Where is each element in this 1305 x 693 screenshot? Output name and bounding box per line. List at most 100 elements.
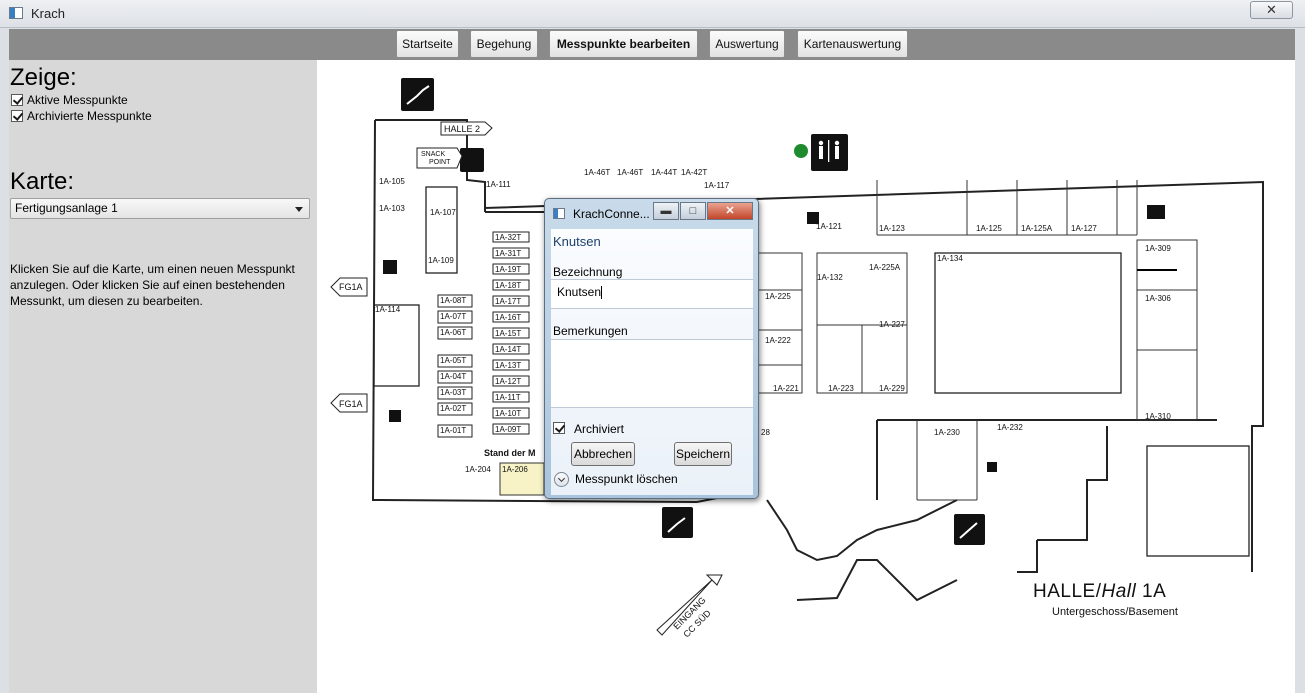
room-label-132: 1A-132	[817, 273, 843, 282]
cancel-button[interactable]: Abbrechen	[571, 442, 635, 466]
stand-label-11t: 1A-11T	[495, 393, 521, 402]
archiviert-checkbox[interactable]	[553, 422, 565, 434]
edit-point-dialog: KrachConne... ▬ □ ✕ Knutsen Bezeichnung …	[544, 198, 759, 499]
stand-label-03t: 1A-03T	[440, 388, 466, 397]
snack-icon	[460, 148, 484, 172]
tab-kartenauswertung[interactable]: Kartenauswertung	[797, 30, 908, 58]
bemerkungen-input[interactable]	[551, 339, 753, 408]
room-label-230: 1A-230	[934, 428, 960, 437]
stand-label-17t: 1A-17T	[495, 297, 521, 306]
nav-bar: Startseite Begehung Messpunkte bearbeite…	[9, 29, 1295, 60]
stand-label-12t: 1A-12T	[495, 377, 521, 386]
point-name-title: Knutsen	[553, 234, 601, 249]
title-bar: Krach ✕	[0, 0, 1305, 28]
room-label-134: 1A-134	[937, 254, 963, 263]
stand-label-14t: 1A-14T	[495, 345, 521, 354]
map-halle2-label: HALLE 2	[444, 124, 480, 134]
archived-points-checkbox-row[interactable]: Archivierte Messpunkte	[11, 110, 152, 124]
stand-label-31t: 1A-31T	[495, 249, 521, 258]
save-button[interactable]: Speichern	[674, 442, 732, 466]
room-label-111: 1A-111	[486, 180, 511, 189]
restroom-icon	[811, 134, 848, 171]
chevron-down-icon[interactable]	[554, 472, 569, 488]
dialog-minimize-button[interactable]: ▬	[653, 202, 679, 220]
bemerkungen-label: Bemerkungen	[553, 324, 628, 338]
room-label-222: 1A-222	[765, 336, 791, 345]
room-label-223: 1A-223	[828, 384, 854, 393]
map-hall-subtitle: Untergeschoss/Basement	[1052, 606, 1178, 618]
stand-label-10t: 1A-10T	[495, 409, 521, 418]
active-points-checkbox-row[interactable]: Aktive Messpunkte	[11, 94, 128, 108]
tab-begehung[interactable]: Begehung	[470, 30, 538, 58]
archiviert-label: Archiviert	[574, 422, 625, 436]
delete-point-expander[interactable]: Messpunkt löschen	[554, 472, 678, 488]
map-select[interactable]: Fertigungsanlage 1	[10, 198, 310, 219]
window-title: Krach	[31, 6, 65, 21]
tab-startseite[interactable]: Startseite	[396, 30, 459, 58]
room-label-123: 1A-123	[879, 224, 905, 233]
dialog-maximize-button[interactable]: □	[680, 202, 706, 220]
room-label-309: 1A-309	[1145, 244, 1171, 253]
map-point-label: POINT	[429, 159, 451, 166]
room-label-125: 1A-125	[976, 224, 1002, 233]
floor-plan-map[interactable]: HALLE 2 SNACK POINT FG1A FG1A Stand der …	[317, 60, 1295, 693]
map-snack-label: SNACK	[421, 151, 445, 158]
dialog-title: KrachConne...	[573, 207, 650, 221]
archiviert-checkbox-row[interactable]: Archiviert	[553, 422, 624, 436]
room-label-28: 28	[761, 428, 770, 437]
dialog-body: Knutsen Bezeichnung Knutsen Bemerkungen …	[551, 229, 753, 495]
window-close-button[interactable]: ✕	[1250, 1, 1293, 19]
dialog-close-button[interactable]: ✕	[707, 202, 753, 220]
stand-label-02t: 1A-02T	[440, 404, 466, 413]
map-hall-title: HALLE/Hall 1A	[1033, 581, 1166, 602]
room-label-127: 1A-127	[1071, 224, 1097, 233]
room-label-105: 1A-105	[379, 177, 405, 186]
bezeichnung-input[interactable]: Knutsen	[551, 279, 753, 309]
map-hall-title-prefix: HALLE/	[1033, 581, 1102, 602]
stand-label-16t: 1A-16T	[495, 313, 521, 322]
measurement-point-marker	[794, 144, 808, 158]
tab-messpunkte-bearbeiten[interactable]: Messpunkte bearbeiten	[549, 30, 698, 58]
active-points-label: Aktive Messpunkte	[27, 93, 128, 107]
delete-point-label: Messpunkt löschen	[575, 472, 678, 486]
room-label-225: 1A-225	[765, 292, 791, 301]
active-points-checkbox[interactable]	[11, 94, 23, 106]
stand-label-01t: 1A-01T	[440, 426, 466, 435]
stand-label-18t: 1A-18T	[495, 281, 521, 290]
stand-label-06t: 1A-06T	[440, 328, 466, 337]
app-icon	[9, 7, 23, 19]
room-label-44t: 1A-44T	[651, 168, 677, 177]
room-label-225a: 1A-225A	[869, 263, 901, 272]
show-heading: Zeige:	[10, 64, 77, 91]
sidebar: Zeige: Aktive Messpunkte Archivierte Mes…	[9, 60, 317, 693]
tab-auswertung[interactable]: Auswertung	[709, 30, 785, 58]
map-stand-label: Stand der M	[484, 448, 536, 458]
room-label-121: 1A-121	[816, 222, 842, 231]
room-label-42t: 1A-42T	[681, 168, 707, 177]
archived-points-checkbox[interactable]	[11, 110, 23, 122]
room-label-46t-a: 1A-46T	[584, 168, 610, 177]
map-fg1a-label-1: FG1A	[339, 282, 363, 292]
map-hall-title-italic: Hall	[1101, 581, 1136, 602]
dialog-app-icon	[553, 208, 565, 219]
help-text: Klicken Sie auf die Karte, um einen neue…	[10, 262, 295, 308]
bezeichnung-label: Bezeichnung	[553, 265, 623, 279]
stand-label-15t: 1A-15T	[495, 329, 521, 338]
room-label-306: 1A-306	[1145, 294, 1171, 303]
room-label-310: 1A-310	[1145, 412, 1171, 421]
room-label-232: 1A-232	[997, 423, 1023, 432]
map-fg1a-label-2: FG1A	[339, 399, 363, 409]
stand-label-08t: 1A-08T	[440, 296, 466, 305]
map-hall-number: 1A	[1136, 581, 1166, 602]
room-label-221: 1A-221	[773, 384, 799, 393]
stand-label-05t: 1A-05T	[440, 356, 466, 365]
room-label-206: 1A-206	[502, 465, 528, 474]
map-heading: Karte:	[10, 168, 75, 195]
room-label-46t-b: 1A-46T	[617, 168, 643, 177]
stand-label-19t: 1A-19T	[495, 265, 521, 274]
stand-label-13t: 1A-13T	[495, 361, 521, 370]
floor-plan-drawing[interactable]: HALLE 2 SNACK POINT FG1A FG1A Stand der …	[317, 60, 1295, 693]
stand-label-32t: 1A-32T	[495, 233, 521, 242]
stand-label-07t: 1A-07T	[440, 312, 466, 321]
room-label-229: 1A-229	[879, 384, 905, 393]
